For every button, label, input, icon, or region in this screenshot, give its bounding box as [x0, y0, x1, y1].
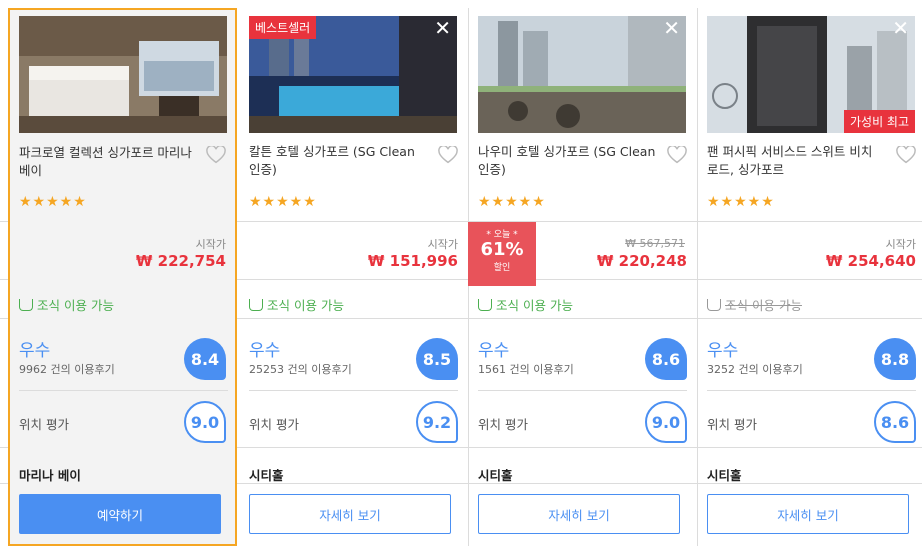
- location-score: 9.0: [184, 401, 226, 443]
- breakfast-available: 조식 이용 가능: [19, 295, 114, 314]
- breakfast-label: 조식 이용 가능: [267, 298, 344, 313]
- review-score: 8.4: [184, 338, 226, 380]
- location-label: 위치 평가: [19, 417, 69, 432]
- review-count[interactable]: 3252 건의 이용후기: [707, 361, 803, 377]
- view-details-button[interactable]: 자세히 보기: [707, 494, 909, 534]
- bestseller-badge: 베스트셀러: [249, 16, 317, 39]
- hotel-name[interactable]: 나우미 호텔 싱가포르 (SG Clean 인증): [478, 143, 658, 179]
- divider: [19, 390, 228, 391]
- view-details-button[interactable]: 자세히 보기: [249, 494, 451, 534]
- coffee-cup-icon: [19, 299, 33, 311]
- location-label: 위치 평가: [249, 417, 299, 432]
- location-label: 위치 평가: [707, 417, 757, 432]
- breakfast-available: 조식 이용 가능: [249, 295, 344, 314]
- divider: [249, 390, 458, 391]
- star-rating: ★★★★★: [19, 194, 87, 210]
- view-details-button[interactable]: 자세히 보기: [478, 494, 680, 534]
- best-value-badge: 가성비 최고: [843, 110, 915, 133]
- location-score: 8.6: [874, 401, 916, 443]
- original-price: ₩ 567,571: [625, 237, 685, 250]
- district: 시티홀: [707, 468, 742, 483]
- close-icon[interactable]: ✕: [663, 18, 680, 38]
- price: ₩ 222,754: [135, 252, 226, 270]
- hotel-photo[interactable]: ✕: [478, 16, 686, 133]
- price-start-label: 시작가: [427, 238, 458, 251]
- review-count[interactable]: 9962 건의 이용후기: [19, 361, 115, 377]
- price-start-label: 시작가: [885, 238, 916, 251]
- hotel-card-2[interactable]: 베스트셀러 ✕ 칼튼 호텔 싱가포르 (SG Clean 인증) ★★★★★ 시…: [239, 8, 468, 546]
- coffee-cup-icon: [478, 299, 492, 311]
- discount-suffix: 할인: [493, 263, 511, 273]
- hotel-photo[interactable]: 가성비 최고 ✕: [707, 16, 915, 133]
- star-rating: ★★★★★: [478, 194, 546, 210]
- location-label: 위치 평가: [478, 417, 528, 432]
- review-count[interactable]: 25253 건의 이용후기: [249, 361, 352, 377]
- location-score: 9.2: [416, 401, 458, 443]
- divider: [707, 390, 916, 391]
- district: 시티홀: [478, 468, 513, 483]
- location-score: 9.0: [645, 401, 687, 443]
- divider: [478, 390, 687, 391]
- close-icon[interactable]: ✕: [892, 18, 909, 38]
- breakfast-label: 조식 이용 가능: [496, 298, 573, 313]
- rating-word: 우수: [19, 341, 51, 361]
- breakfast-available: 조식 이용 가능: [478, 295, 573, 314]
- book-button[interactable]: 예약하기: [19, 494, 221, 534]
- review-score: 8.5: [416, 338, 458, 380]
- hotel-card-3[interactable]: ✕ 나우미 호텔 싱가포르 (SG Clean 인증) ★★★★★ * 오늘 *…: [468, 8, 697, 546]
- district: 마리나 베이: [19, 468, 81, 483]
- heart-icon[interactable]: [896, 146, 916, 164]
- price: ₩ 254,640: [825, 252, 916, 270]
- heart-icon[interactable]: [667, 146, 687, 164]
- heart-icon[interactable]: [438, 146, 458, 164]
- close-icon[interactable]: ✕: [434, 18, 451, 38]
- hotel-name[interactable]: 파크로열 컬렉션 싱가포르 마리나 베이: [19, 144, 199, 180]
- price: ₩ 220,248: [596, 252, 687, 270]
- review-score: 8.8: [874, 338, 916, 380]
- star-rating: ★★★★★: [249, 194, 317, 210]
- heart-icon[interactable]: [206, 146, 226, 164]
- price: ₩ 151,996: [367, 252, 458, 270]
- coffee-cup-icon: [249, 299, 263, 311]
- review-score: 8.6: [645, 338, 687, 380]
- hotel-card-1[interactable]: 파크로열 컬렉션 싱가포르 마리나 베이 ★★★★★ 시작가 ₩ 222,754…: [8, 8, 237, 546]
- breakfast-label: 조식 이용 가능: [725, 298, 802, 313]
- hotel-photo[interactable]: [19, 16, 227, 133]
- district: 시티홀: [249, 468, 284, 483]
- star-rating: ★★★★★: [707, 194, 775, 210]
- review-count[interactable]: 1561 건의 이용후기: [478, 361, 574, 377]
- discount-percent: 61%: [480, 239, 524, 260]
- price-start-label: 시작가: [195, 238, 226, 251]
- breakfast-label: 조식 이용 가능: [37, 298, 114, 313]
- hotel-photo[interactable]: 베스트셀러 ✕: [249, 16, 457, 133]
- rating-word: 우수: [478, 341, 510, 361]
- coffee-cup-icon: [707, 299, 721, 311]
- breakfast-unavailable: 조식 이용 가능: [707, 295, 802, 314]
- rating-word: 우수: [707, 341, 739, 361]
- rating-word: 우수: [249, 341, 281, 361]
- hotel-comparison: 파크로열 컬렉션 싱가포르 마리나 베이 ★★★★★ 시작가 ₩ 222,754…: [0, 0, 922, 555]
- hotel-name[interactable]: 칼튼 호텔 싱가포르 (SG Clean 인증): [249, 143, 429, 179]
- today-discount-badge: * 오늘 * 61% 할인: [468, 222, 536, 286]
- hotel-card-4[interactable]: 가성비 최고 ✕ 팬 퍼시픽 서비스드 스위트 비치 로드, 싱가포르 ★★★★…: [697, 8, 922, 546]
- hotel-name[interactable]: 팬 퍼시픽 서비스드 스위트 비치 로드, 싱가포르: [707, 143, 887, 179]
